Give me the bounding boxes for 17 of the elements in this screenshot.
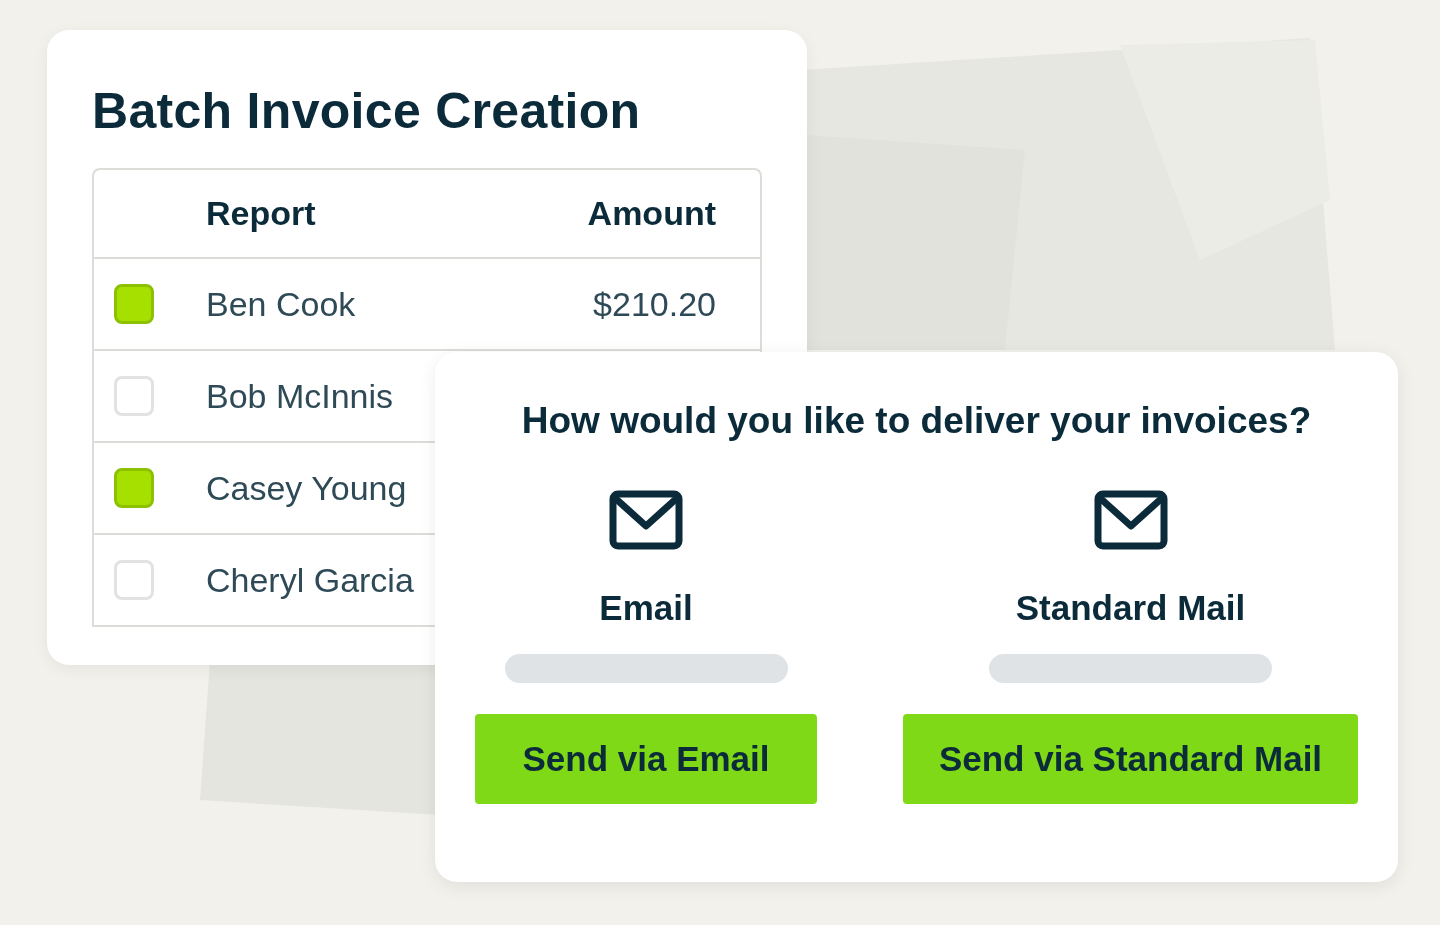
table-cell-text: Cheryl Garcia [206, 560, 415, 600]
checkbox[interactable] [114, 468, 154, 508]
table-cell-text: Casey Young [206, 468, 408, 508]
send-button[interactable]: Send via Email [475, 714, 817, 804]
table-cell-text: Bob McInnis [206, 376, 395, 416]
checkbox[interactable] [114, 284, 154, 324]
table-cell-text: Ben Cook [206, 284, 357, 324]
card-title: How would you like to deliver your invoices? [521, 400, 1312, 442]
mail-icon [609, 490, 683, 550]
option-label: Email [599, 588, 693, 628]
column-header: Amount [587, 194, 716, 233]
mail-icon [1093, 490, 1168, 550]
card-title: Batch Invoice Creation [92, 82, 642, 140]
option-label: Standard Mail [1015, 588, 1246, 628]
column-header: Report [206, 194, 317, 233]
table-cell: $210.20 [593, 284, 716, 324]
send-button[interactable]: Send via Standard Mail [903, 714, 1358, 804]
